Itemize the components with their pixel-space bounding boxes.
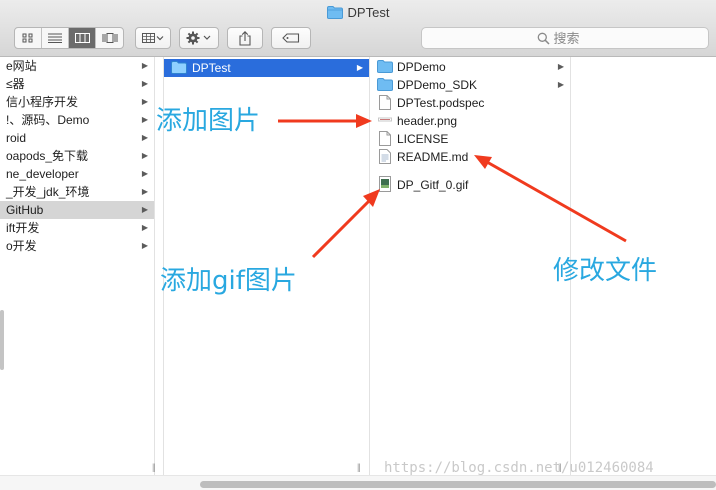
- list-item-label: DP_Gitf_0.gif: [397, 178, 469, 192]
- share-button[interactable]: [227, 27, 263, 49]
- edit-tags-button[interactable]: [271, 27, 311, 49]
- list-item-label: DPDemo: [397, 60, 446, 74]
- search-icon: [537, 32, 550, 45]
- list-item[interactable]: DPTest.podspec: [371, 94, 570, 112]
- list-item-label: ift开发: [6, 221, 40, 235]
- tag-icon: [282, 33, 300, 43]
- list-item-label: 信小程序开发: [6, 95, 79, 109]
- chevron-right-icon: ▶: [141, 223, 148, 232]
- vertical-scrollbar[interactable]: [0, 310, 4, 370]
- list-item-selected[interactable]: DPTest ▶: [164, 59, 369, 77]
- icon-view-button[interactable]: [15, 28, 42, 48]
- list-item[interactable]: DP_Gitf_0.gif: [371, 176, 570, 194]
- document-icon: [379, 131, 391, 146]
- chevron-right-icon: ▶: [356, 63, 363, 72]
- list-view-button[interactable]: [42, 28, 69, 48]
- window-toolbar: DPTest: [0, 0, 716, 57]
- list-item[interactable]: ift开发 ▶: [0, 219, 154, 237]
- list-item-label: !、源码、Demo: [6, 113, 90, 127]
- list-item-label: README.md: [397, 150, 469, 164]
- parent-column[interactable]: e网站 ▶ ≤器 ▶ 信小程序开发 ▶ !、源码、Demo ▶ roid ▶ oapods…: [0, 57, 156, 475]
- document-icon: [379, 95, 391, 110]
- chevron-right-icon: ▶: [141, 97, 148, 106]
- gear-icon: [186, 31, 211, 45]
- list-item-label: GitHub: [6, 203, 44, 217]
- annotation-add-image: 添加图片: [156, 106, 261, 136]
- window-title: DPTest: [0, 4, 716, 22]
- list-item-label: roid: [6, 131, 27, 145]
- column-resize-handle[interactable]: ||: [357, 462, 361, 472]
- chevron-right-icon: ▶: [141, 187, 148, 196]
- folder-icon: [171, 61, 187, 74]
- chevron-right-icon: ▶: [141, 79, 148, 88]
- horizontal-scrollbar-thumb[interactable]: [200, 481, 716, 488]
- list-item-label: LICENSE: [397, 132, 449, 146]
- cover-flow-icon: [102, 33, 117, 43]
- list-item[interactable]: LICENSE: [371, 130, 570, 148]
- list-item[interactable]: roid ▶: [0, 129, 154, 147]
- image-file-icon: [378, 117, 392, 122]
- list-item-label: DPTest: [192, 61, 231, 75]
- grid-icon: [22, 33, 33, 43]
- horizontal-scrollbar[interactable]: [0, 475, 716, 490]
- chevron-right-icon: ▶: [141, 61, 148, 70]
- text-document-icon: [379, 149, 391, 164]
- list-item[interactable]: 信小程序开发 ▶: [0, 93, 154, 111]
- chevron-right-icon: ▶: [141, 115, 148, 124]
- list-item-label: o开发: [6, 239, 37, 253]
- list-item-label: DPTest.podspec: [397, 96, 485, 110]
- action-button[interactable]: [179, 27, 219, 49]
- list-item[interactable]: e网站 ▶: [0, 57, 154, 75]
- chevron-right-icon: ▶: [557, 80, 564, 89]
- list-item-label: ≤器: [6, 77, 25, 91]
- list-item[interactable]: o开发 ▶: [0, 237, 154, 255]
- folder-icon: [377, 60, 393, 73]
- list-item[interactable]: !、源码、Demo ▶: [0, 111, 154, 129]
- list-item-label: oapods_免下载: [6, 149, 89, 163]
- folder-icon: [326, 6, 343, 19]
- list-icon: [48, 33, 62, 43]
- list-item[interactable]: _开发_jdk_环境 ▶: [0, 183, 154, 201]
- list-item[interactable]: DPDemo_SDK ▶: [371, 76, 570, 94]
- arrange-button[interactable]: [135, 27, 171, 49]
- chevron-right-icon: ▶: [141, 205, 148, 214]
- annotation-add-gif: 添加gif图片: [160, 266, 297, 296]
- list-item-label: header.png: [397, 114, 458, 128]
- columns-icon: [74, 33, 90, 43]
- folder-icon: [377, 78, 393, 91]
- list-item[interactable]: header.png: [371, 112, 570, 130]
- list-item[interactable]: README.md: [371, 148, 570, 166]
- list-item[interactable]: ne_developer ▶: [0, 165, 154, 183]
- list-item-label: e网站: [6, 59, 37, 73]
- list-item[interactable]: ≤器 ▶: [0, 75, 154, 93]
- list-item-label: ne_developer: [6, 167, 79, 181]
- search-field[interactable]: [421, 27, 709, 49]
- chevron-right-icon: ▶: [141, 151, 148, 160]
- watermark: https://blog.csdn.net/u012460084: [384, 460, 654, 476]
- chevron-right-icon: ▶: [141, 169, 148, 178]
- window-title-text: DPTest: [347, 5, 390, 20]
- dptest-contents-column[interactable]: DPDemo ▶ DPDemo_SDK ▶ DPTest.podspec hea…: [371, 57, 571, 475]
- search-input[interactable]: [553, 30, 594, 46]
- chevron-right-icon: ▶: [141, 241, 148, 250]
- share-icon: [239, 30, 251, 46]
- view-mode-control[interactable]: [14, 27, 124, 49]
- list-item-label: DPDemo_SDK: [397, 78, 478, 92]
- cover-flow-button[interactable]: [96, 28, 123, 48]
- list-item[interactable]: DPDemo ▶: [371, 58, 570, 76]
- arrange-icon: [142, 33, 164, 43]
- chevron-right-icon: ▶: [557, 62, 564, 71]
- chevron-right-icon: ▶: [141, 133, 148, 142]
- gif-file-icon: [379, 176, 391, 192]
- list-item[interactable]: oapods_免下载 ▶: [0, 147, 154, 165]
- list-item-selected[interactable]: GitHub ▶: [0, 201, 154, 219]
- annotation-modify-file: 修改文件: [553, 256, 658, 286]
- list-item-label: _开发_jdk_环境: [6, 185, 90, 199]
- column-view-button[interactable]: [69, 28, 96, 48]
